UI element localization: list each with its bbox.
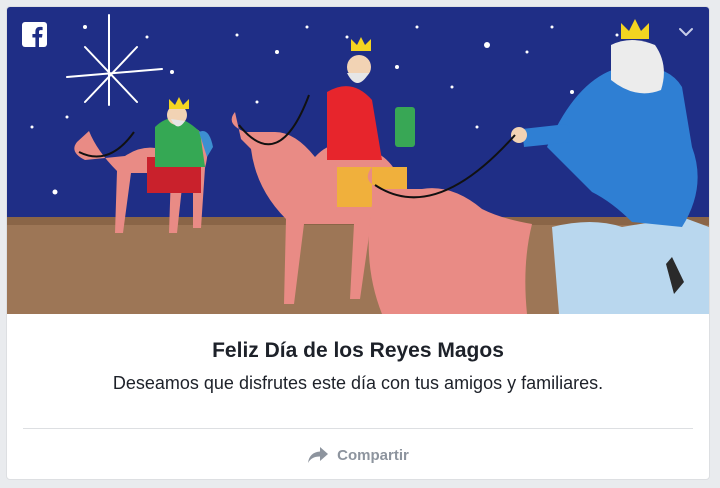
divider bbox=[23, 428, 693, 429]
hero-illustration[interactable] bbox=[7, 7, 709, 314]
share-button[interactable]: Compartir bbox=[7, 441, 709, 469]
chevron-down-icon[interactable] bbox=[677, 23, 695, 41]
greeting-card: Feliz Día de los Reyes Magos Deseamos qu… bbox=[6, 6, 710, 480]
share-arrow-icon bbox=[308, 447, 329, 463]
post-subtitle: Deseamos que disfrutes este día con tus … bbox=[112, 373, 604, 393]
share-label: Compartir bbox=[337, 446, 409, 464]
post-title: Feliz Día de los Reyes Magos bbox=[212, 339, 504, 362]
facebook-icon[interactable] bbox=[22, 22, 47, 47]
